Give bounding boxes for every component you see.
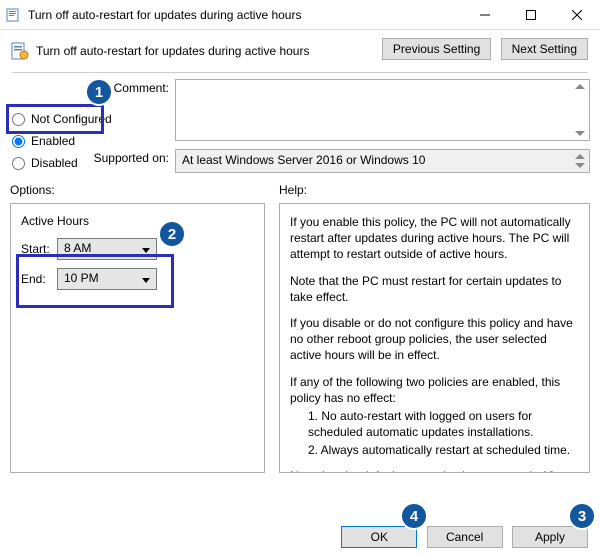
comment-textarea[interactable] <box>175 79 590 141</box>
start-label: Start: <box>21 242 57 256</box>
radio-not-configured-label: Not Configured <box>31 112 112 126</box>
annotation-circle-3: 3 <box>568 502 596 530</box>
supported-on-box: At least Windows Server 2016 or Windows … <box>175 149 590 173</box>
chevron-down-icon <box>142 248 150 253</box>
help-p4b: 2. Always automatically restart at sched… <box>290 442 579 458</box>
end-time-select[interactable]: 10 PM <box>57 268 157 290</box>
start-time-value: 8 AM <box>64 241 91 255</box>
minimize-button[interactable] <box>462 0 508 30</box>
scroll-up-icon[interactable] <box>575 154 585 159</box>
policy-doc-icon <box>10 41 30 61</box>
radio-enabled-input[interactable] <box>12 135 25 148</box>
scroll-down-icon[interactable] <box>575 131 585 136</box>
radio-enabled[interactable]: Enabled <box>12 130 122 152</box>
options-group-title: Active Hours <box>21 214 254 228</box>
chevron-down-icon <box>142 278 150 283</box>
scroll-up-icon[interactable] <box>575 84 585 89</box>
options-heading: Options: <box>10 183 265 197</box>
annotation-circle-1: 1 <box>85 78 113 106</box>
help-panel[interactable]: If you enable this policy, the PC will n… <box>279 203 590 473</box>
ok-button[interactable]: OK <box>341 526 417 548</box>
options-panel: Active Hours Start: 8 AM End: 10 PM <box>10 203 265 473</box>
scroll-down-icon[interactable] <box>575 163 585 168</box>
end-time-value: 10 PM <box>64 271 99 285</box>
annotation-circle-4: 4 <box>400 502 428 530</box>
supported-on-value: At least Windows Server 2016 or Windows … <box>182 153 425 167</box>
title-bar: Turn off auto-restart for updates during… <box>0 0 600 30</box>
close-button[interactable] <box>554 0 600 30</box>
cancel-button[interactable]: Cancel <box>427 526 503 548</box>
radio-not-configured-input[interactable] <box>12 113 25 126</box>
help-heading: Help: <box>279 183 590 197</box>
apply-button[interactable]: Apply <box>512 526 588 548</box>
radio-disabled-input[interactable] <box>12 157 25 170</box>
policy-icon <box>6 7 22 23</box>
annotation-circle-2: 2 <box>158 220 186 248</box>
divider <box>12 72 588 73</box>
help-p5: Note that the default max active hours r… <box>290 468 579 473</box>
help-p4a: 1. No auto-restart with logged on users … <box>290 408 579 440</box>
radio-disabled-label: Disabled <box>31 156 78 170</box>
radio-enabled-label: Enabled <box>31 134 75 148</box>
help-p4: If any of the following two policies are… <box>290 374 579 406</box>
previous-setting-button[interactable]: Previous Setting <box>382 38 491 60</box>
maximize-button[interactable] <box>508 0 554 30</box>
next-setting-button[interactable]: Next Setting <box>501 38 588 60</box>
end-label: End: <box>21 272 57 286</box>
help-p2: Note that the PC must restart for certai… <box>290 273 579 305</box>
radio-not-configured[interactable]: Not Configured <box>12 108 122 130</box>
help-p3: If you disable or do not configure this … <box>290 315 579 364</box>
start-time-select[interactable]: 8 AM <box>57 238 157 260</box>
policy-subtitle: Turn off auto-restart for updates during… <box>36 44 309 58</box>
window-title: Turn off auto-restart for updates during… <box>28 8 462 22</box>
help-p1: If you enable this policy, the PC will n… <box>290 214 579 263</box>
radio-disabled[interactable]: Disabled <box>12 152 122 174</box>
